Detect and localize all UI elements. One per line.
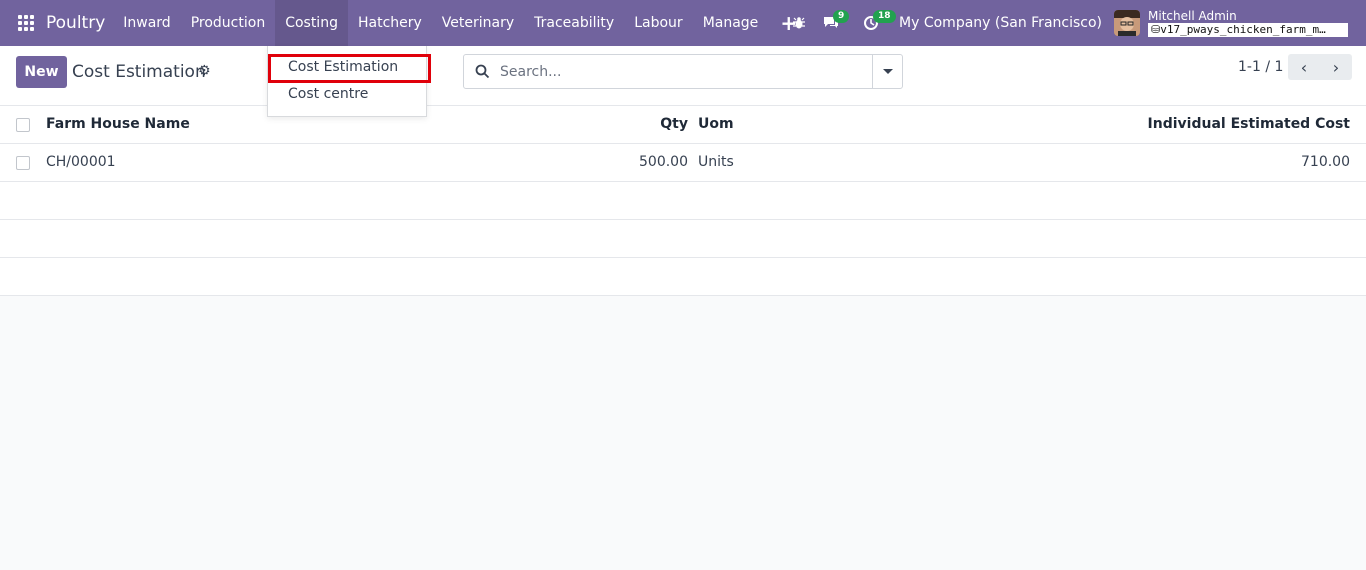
search-icon	[464, 55, 500, 88]
empty-row	[0, 182, 1366, 220]
activities-button[interactable]: 18	[855, 0, 896, 46]
table-row[interactable]: CH/00001 500.00 Units 710.00	[0, 144, 1366, 182]
pager-value[interactable]: 1-1 / 1	[1238, 59, 1283, 75]
menu-costing[interactable]: Costing	[275, 0, 348, 46]
dropdown-item-cost-centre[interactable]: Cost centre	[268, 81, 426, 107]
cell-individual-estimated-cost: 710.00	[1301, 154, 1350, 170]
new-button[interactable]: New	[16, 56, 67, 88]
menu-veterinary[interactable]: Veterinary	[432, 0, 524, 46]
messages-button[interactable]: 9	[815, 0, 850, 46]
menu-traceability[interactable]: Traceability	[524, 0, 624, 46]
database-name: ⛁v17_pways_chicken_farm_m…	[1148, 23, 1348, 37]
select-all-checkbox[interactable]	[16, 118, 30, 132]
chevron-down-icon	[882, 69, 893, 74]
database-icon: ⛁	[1151, 23, 1161, 36]
page-title[interactable]: Cost Estimation	[72, 62, 206, 82]
menu-inward[interactable]: Inward	[113, 0, 180, 46]
chevron-right-icon: ›	[1332, 57, 1340, 77]
column-header-individual-estimated-cost[interactable]: Individual Estimated Cost	[1148, 116, 1350, 132]
empty-row	[0, 220, 1366, 258]
row-checkbox[interactable]	[16, 156, 30, 170]
activities-badge: 18	[873, 10, 896, 23]
menu-labour[interactable]: Labour	[624, 0, 692, 46]
menu-hatchery[interactable]: Hatchery	[348, 0, 432, 46]
list-view: Farm House Name Qty Uom Individual Estim…	[0, 106, 1366, 296]
search-options-toggle[interactable]	[872, 55, 902, 88]
menu-production[interactable]: Production	[181, 0, 275, 46]
messages-badge: 9	[833, 10, 850, 23]
cell-farm-house-name: CH/00001	[46, 154, 116, 170]
user-name: Mitchell Admin	[1148, 9, 1237, 23]
debug-button[interactable]	[783, 0, 815, 46]
gear-icon[interactable]: ⚙	[198, 63, 211, 79]
navbar-systray: 9 18 My Company (San Francisco) Mitchell…	[783, 0, 1366, 46]
top-navbar: Poultry Inward Production Costing Hatche…	[0, 0, 1366, 46]
column-header-uom[interactable]: Uom	[698, 116, 734, 132]
menu-manage[interactable]: Manage	[693, 0, 769, 46]
column-header-qty[interactable]: Qty	[660, 116, 688, 132]
bug-icon	[793, 17, 806, 29]
chevron-left-icon: ‹	[1300, 57, 1308, 77]
empty-row	[0, 258, 1366, 296]
apps-grid-icon	[18, 15, 34, 31]
search-bar	[463, 54, 903, 89]
pager-next-button[interactable]: ›	[1320, 54, 1352, 80]
control-panel: New Cost Estimation ⚙ 1-1 / 1 ‹ ›	[0, 46, 1366, 106]
search-input[interactable]	[500, 56, 870, 87]
column-header-farm-house-name[interactable]: Farm House Name	[46, 116, 190, 132]
avatar[interactable]	[1114, 10, 1140, 36]
highlight-box	[268, 54, 431, 83]
cell-qty: 500.00	[639, 154, 688, 170]
cell-uom: Units	[698, 154, 734, 170]
user-menu[interactable]: Mitchell Admin ⛁v17_pways_chicken_farm_m…	[1148, 9, 1348, 37]
app-brand[interactable]: Poultry	[46, 13, 105, 33]
table-header-row: Farm House Name Qty Uom Individual Estim…	[0, 106, 1366, 144]
pager-previous-button[interactable]: ‹	[1288, 54, 1320, 80]
apps-menu-button[interactable]	[0, 0, 52, 46]
company-switcher[interactable]: My Company (San Francisco)	[899, 15, 1102, 31]
